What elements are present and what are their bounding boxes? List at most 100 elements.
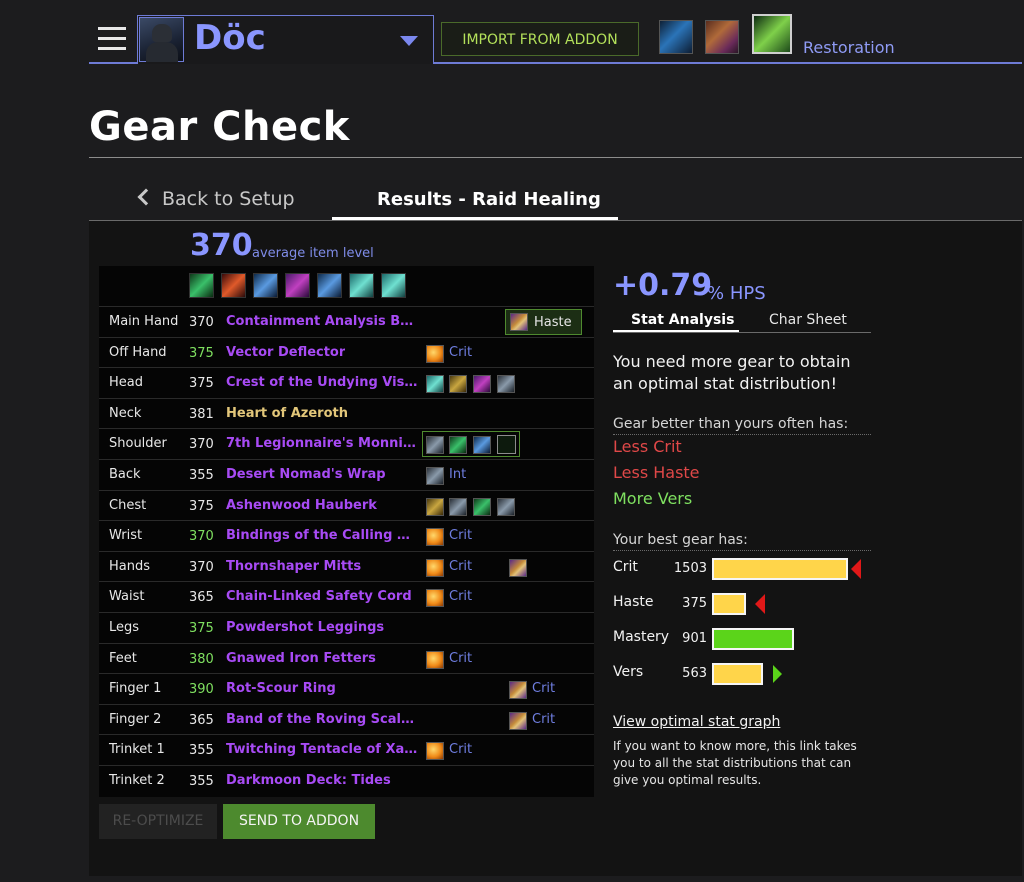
- trait-icon[interactable]: [189, 273, 214, 298]
- hamburger-menu-icon[interactable]: [98, 27, 128, 51]
- trait-icon[interactable]: [317, 273, 342, 298]
- item-level: 375: [189, 376, 214, 392]
- item-level: 370: [189, 437, 214, 453]
- gem-stat: Crit: [449, 650, 473, 666]
- hps-gain-unit: % HPS: [707, 283, 766, 304]
- gem-stat: Crit: [449, 558, 473, 574]
- table-row[interactable]: Finger 1 390 Rot-Scour Ring Crit: [99, 673, 594, 705]
- table-row[interactable]: Chest 375 Ashenwood Hauberk: [99, 489, 594, 522]
- item-name[interactable]: Ashenwood Hauberk: [226, 498, 377, 513]
- tab-char-sheet[interactable]: Char Sheet: [769, 312, 847, 328]
- stat-value: 901: [682, 631, 707, 646]
- recommendation-item: More Vers: [613, 489, 693, 508]
- trait-icon[interactable]: [221, 273, 246, 298]
- table-row[interactable]: Hands 370 Thornshaper Mitts Crit: [99, 550, 594, 583]
- arrow-increase-icon: [773, 665, 782, 683]
- item-name[interactable]: Powdershot Leggings: [226, 620, 384, 635]
- stat-bar: [712, 558, 848, 580]
- item-name[interactable]: Gnawed Iron Fetters: [226, 651, 376, 666]
- item-name[interactable]: Heart of Azeroth: [226, 406, 348, 421]
- spec-icon-restoration[interactable]: [752, 14, 792, 54]
- gem-stat: Crit: [449, 742, 473, 758]
- slot-name: Waist: [109, 589, 145, 605]
- table-row[interactable]: Shoulder 370 7th Legionnaire's Monnion: [99, 428, 594, 460]
- table-row[interactable]: Wrist 370 Bindings of the Calling Dep… C…: [99, 520, 594, 552]
- item-name[interactable]: Twitching Tentacle of Xalzaix: [226, 742, 418, 757]
- table-row[interactable]: Neck 381 Heart of Azeroth: [99, 397, 594, 430]
- tab-back-to-setup[interactable]: Back to Setup: [137, 188, 295, 210]
- item-level: 365: [189, 590, 214, 606]
- azerite-trait-icon[interactable]: [426, 436, 444, 455]
- table-row[interactable]: Trinket 1 355 Twitching Tentacle of Xalz…: [99, 734, 594, 766]
- slot-name: Wrist: [109, 528, 143, 544]
- item-name[interactable]: Bindings of the Calling Dep…: [226, 528, 418, 543]
- chevron-down-icon[interactable]: [400, 36, 418, 46]
- trait-icon[interactable]: [285, 273, 310, 298]
- spec-label: Restoration: [803, 38, 895, 57]
- item-name[interactable]: Thornshaper Mitts: [226, 559, 361, 574]
- stat-bar: [712, 593, 746, 615]
- page-title: Gear Check: [89, 104, 350, 150]
- item-name[interactable]: Crest of the Undying Vision…: [226, 375, 418, 390]
- arrow-decrease-icon: [755, 594, 765, 614]
- gem-icon: [426, 558, 444, 577]
- item-name[interactable]: Rot-Scour Ring: [226, 681, 336, 696]
- item-level: 370: [189, 529, 214, 545]
- azerite-trait-icon[interactable]: [449, 436, 467, 455]
- azerite-trait-icon[interactable]: [473, 436, 491, 455]
- spec-icon-feral[interactable]: [705, 20, 739, 54]
- item-level: 355: [189, 774, 214, 789]
- empty-trait-slot[interactable]: [497, 435, 516, 455]
- table-row[interactable]: Head 375 Crest of the Undying Vision…: [99, 367, 594, 399]
- reoptimize-button[interactable]: RE-OPTIMIZE: [99, 804, 217, 839]
- import-from-addon-button[interactable]: IMPORT FROM ADDON: [441, 22, 639, 56]
- table-row[interactable]: Legs 375 Powdershot Leggings: [99, 612, 594, 644]
- item-level: 355: [189, 468, 214, 483]
- slot-name: Finger 2: [109, 711, 162, 727]
- item-name[interactable]: Desert Nomad's Wrap: [226, 467, 386, 482]
- table-row[interactable]: Feet 380 Gnawed Iron Fetters Crit: [99, 642, 594, 675]
- azerite-trait-icon: [426, 497, 444, 516]
- trait-icon[interactable]: [253, 273, 278, 298]
- slot-name: Chest: [109, 497, 147, 513]
- chevron-left-icon: [137, 188, 155, 206]
- enchant-chip[interactable]: Haste: [505, 309, 582, 335]
- slot-name: Head: [109, 375, 143, 391]
- tab-results[interactable]: Results - Raid Healing: [377, 189, 601, 210]
- table-row[interactable]: Off Hand 375 Vector Deflector Crit: [99, 336, 594, 369]
- gem-icon: [426, 742, 444, 761]
- arrow-decrease-icon: [851, 559, 861, 579]
- spec-icon-balance[interactable]: [659, 20, 693, 54]
- trait-icon[interactable]: [349, 273, 374, 298]
- item-name[interactable]: Band of the Roving Scalawag: [226, 712, 418, 727]
- better-gear-label: Gear better than yours often has:: [613, 416, 849, 432]
- stat-value: 1503: [673, 561, 707, 576]
- item-name[interactable]: Containment Analysis Baton: [226, 314, 418, 329]
- stat-value: 563: [682, 666, 707, 681]
- trait-icon[interactable]: [381, 273, 406, 298]
- tab-stat-analysis[interactable]: Stat Analysis: [631, 312, 734, 328]
- slot-name: Off Hand: [109, 344, 167, 360]
- slot-name: Trinket 1: [109, 742, 165, 758]
- hps-gain-value: +0.79: [613, 268, 713, 303]
- character-name: Döc: [194, 18, 266, 58]
- item-name[interactable]: Darkmoon Deck: Tides: [226, 773, 391, 788]
- enchant-stat: Haste: [534, 315, 572, 330]
- table-row[interactable]: Main Hand 370 Containment Analysis Baton…: [99, 306, 594, 338]
- item-name[interactable]: Vector Deflector: [226, 345, 345, 360]
- item-name[interactable]: 7th Legionnaire's Monnion: [226, 436, 418, 451]
- character-selector[interactable]: Döc: [137, 15, 434, 64]
- graph-description: If you want to know more, this link take…: [613, 739, 857, 787]
- table-row[interactable]: Back 355 Desert Nomad's Wrap Int: [99, 459, 594, 491]
- table-row[interactable]: Trinket 2 355 Darkmoon Deck: Tides: [99, 765, 594, 797]
- table-row[interactable]: Waist 365 Chain-Linked Safety Cord Crit: [99, 581, 594, 613]
- gem-icon: [426, 528, 444, 547]
- azerite-trait-icon: [426, 375, 444, 394]
- item-name[interactable]: Chain-Linked Safety Cord: [226, 589, 412, 604]
- send-to-addon-button[interactable]: SEND TO ADDON: [223, 804, 375, 839]
- recommendation-item: Less Haste: [613, 463, 700, 482]
- view-optimal-stat-graph-link[interactable]: View optimal stat graph: [613, 714, 780, 730]
- item-level: 375: [189, 345, 214, 361]
- table-row[interactable]: Finger 2 365 Band of the Roving Scalawag…: [99, 703, 594, 736]
- slot-name: Shoulder: [109, 436, 167, 452]
